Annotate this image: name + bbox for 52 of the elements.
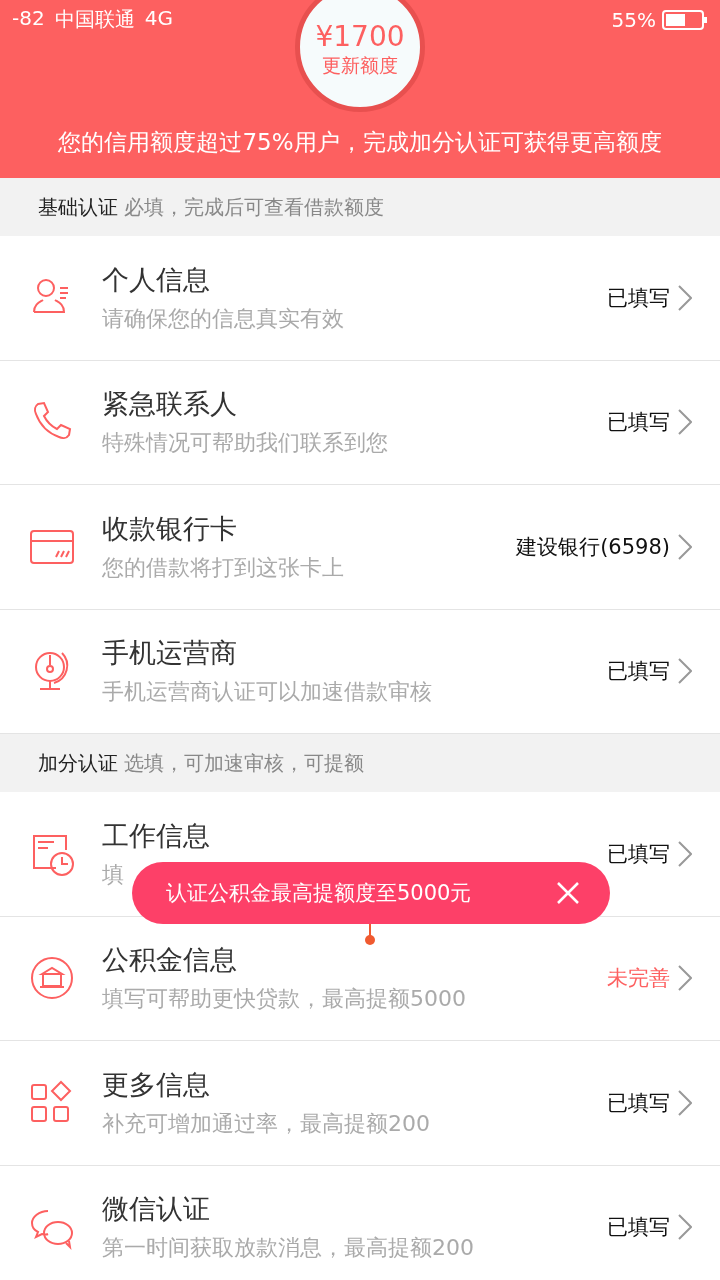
network-type: 4G [144, 6, 173, 32]
credit-amount: ¥1700 [315, 22, 405, 53]
signal-strength: -82 [12, 6, 45, 32]
verification-row[interactable]: 紧急联系人 特殊情况可帮助我们联系到您 已填写 [0, 360, 720, 485]
section-note: 选填，可加速审核，可提额 [124, 749, 364, 777]
credit-message: 您的信用额度超过75%用户，完成加分认证可获得更高额度 [57, 128, 663, 157]
verification-row[interactable]: 微信认证 第一时间获取放款消息，最高提额200 已填写 [0, 1165, 720, 1280]
update-limit-label: 更新额度 [322, 53, 398, 78]
item-subtitle: 填 [102, 860, 125, 889]
chevron-right-icon [678, 965, 692, 992]
item-subtitle: 补充可增加通过率，最高提额200 [102, 1109, 431, 1138]
chevron-right-icon [678, 840, 692, 867]
item-subtitle: 手机运营商认证可以加速借款审核 [102, 678, 433, 707]
item-status: 已填写 [607, 1089, 670, 1117]
item-title: 手机运营商 [102, 636, 238, 671]
chevron-right-icon [678, 1089, 692, 1116]
item-status: 已填写 [607, 409, 670, 437]
item-subtitle: 特殊情况可帮助我们联系到您 [102, 429, 389, 458]
chevron-right-icon [678, 533, 692, 560]
battery-percent: 55% [611, 7, 656, 32]
item-title: 工作信息 [102, 818, 211, 853]
item-title: 微信认证 [102, 1192, 211, 1227]
section-title: 加分认证 [38, 749, 118, 777]
item-status: 已填写 [607, 1214, 670, 1242]
verification-row[interactable]: 收款银行卡 您的借款将打到这张卡上 建设银行(6598) [0, 485, 720, 610]
carrier-name: 中国联通 [54, 6, 135, 33]
item-status: 建设银行(6598) [516, 533, 670, 561]
item-title: 更多信息 [102, 1067, 211, 1102]
item-subtitle: 第一时间获取放款消息，最高提额200 [102, 1234, 475, 1263]
item-title: 个人信息 [102, 262, 211, 297]
close-icon[interactable] [556, 881, 580, 905]
item-title: 收款银行卡 [102, 511, 238, 546]
battery-icon [662, 9, 708, 30]
chevron-right-icon [678, 284, 692, 311]
tooltip-text: 认证公积金最高提额度至5000元 [166, 880, 472, 907]
verification-row[interactable]: 个人信息 请确保您的信息真实有效 已填写 [0, 236, 720, 361]
verification-row[interactable]: 更多信息 补充可增加通过率，最高提额200 已填写 [0, 1041, 720, 1166]
item-subtitle: 填写可帮助更快贷款，最高提额5000 [102, 985, 467, 1014]
chevron-right-icon [678, 409, 692, 436]
item-title: 紧急联系人 [102, 387, 238, 422]
item-title: 公积金信息 [102, 943, 238, 978]
chevron-right-icon [678, 658, 692, 685]
item-status: 已填写 [607, 284, 670, 312]
tooltip-pointer [364, 924, 376, 946]
item-status: 未完善 [607, 965, 670, 993]
item-subtitle: 您的借款将打到这张卡上 [102, 553, 345, 582]
item-status: 已填写 [607, 658, 670, 686]
chevron-right-icon [678, 1214, 692, 1241]
item-status: 已填写 [607, 840, 670, 868]
section-note: 必填，完成后可查看借款额度 [124, 193, 384, 221]
section-title: 基础认证 [38, 193, 118, 221]
item-subtitle: 请确保您的信息真实有效 [102, 304, 345, 333]
